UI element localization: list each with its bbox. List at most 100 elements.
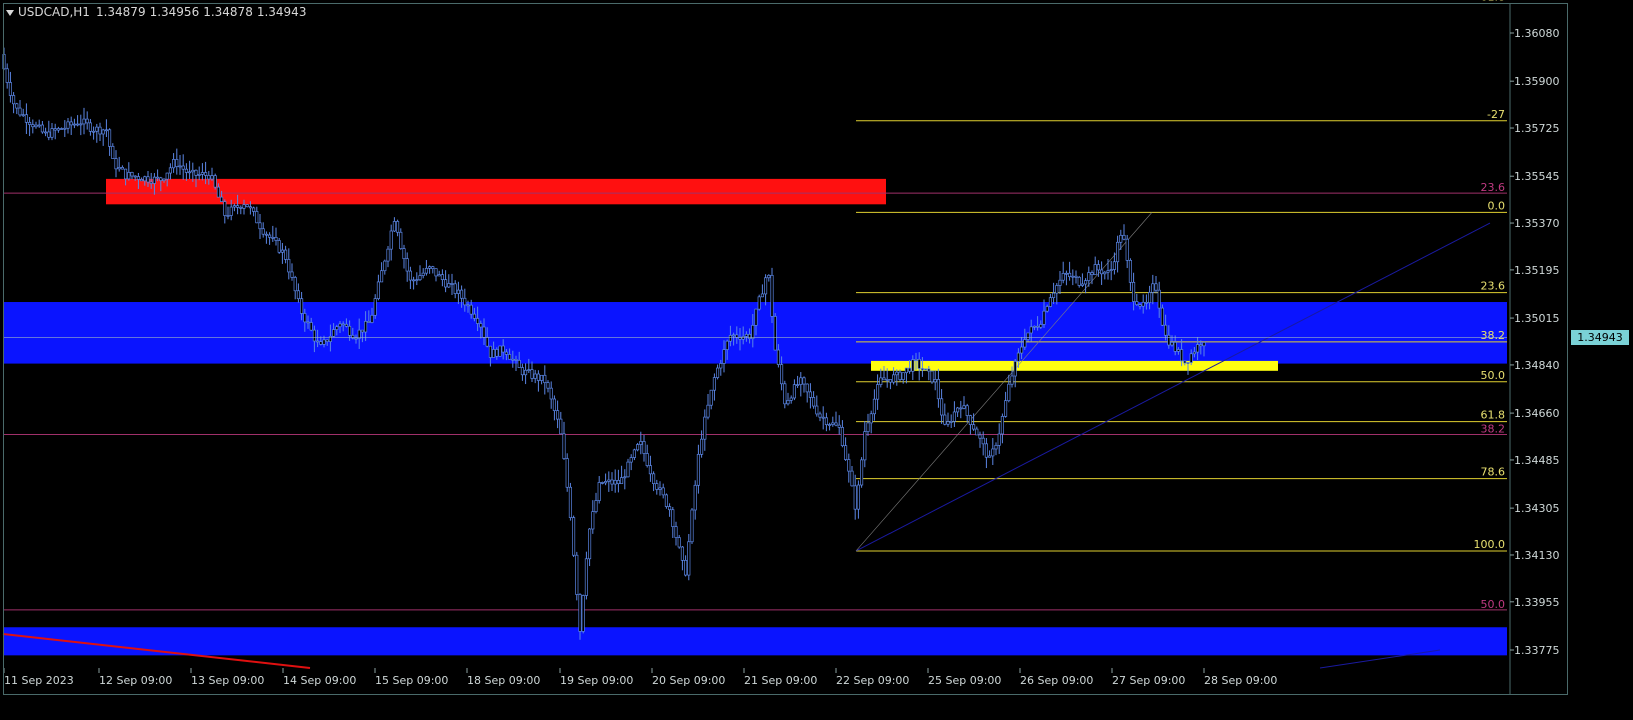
candle-body [632, 449, 636, 458]
candle-body [280, 249, 284, 253]
candle-body [140, 179, 144, 182]
time-tick-label: 12 Sep 09:00 [99, 674, 172, 687]
candle-body [1183, 360, 1187, 364]
candle-body [108, 129, 112, 147]
candle-body [1055, 285, 1059, 294]
candle-body [943, 414, 947, 425]
candle-body [117, 167, 121, 170]
candle-body [652, 473, 656, 484]
time-tick-label: 20 Sep 09:00 [652, 674, 725, 687]
candle-body [469, 304, 473, 315]
candle-body [796, 384, 800, 386]
candle-body [594, 500, 598, 512]
candle-body [351, 334, 355, 339]
time-tick-label: 14 Sep 09:00 [283, 674, 356, 687]
current-price-badge: 1.34943 [1571, 330, 1629, 345]
candle-body [1170, 341, 1174, 346]
candle-body [981, 437, 985, 445]
candle-body [1010, 375, 1014, 385]
time-tick-label: 18 Sep 09:00 [467, 674, 540, 687]
candle-body [610, 479, 614, 485]
candle-body [658, 487, 662, 490]
candle-body [1192, 351, 1196, 355]
candle-body [572, 517, 576, 556]
candle-body [1023, 339, 1027, 348]
candle-body [1058, 279, 1062, 286]
candle-body [344, 323, 348, 327]
candle-body [792, 384, 796, 399]
candle-body [802, 377, 806, 385]
candle-body [495, 349, 499, 357]
candle-body [642, 441, 646, 454]
candle-body [348, 325, 352, 336]
candle-body [1160, 307, 1164, 326]
candle-body [1068, 272, 1072, 278]
candle-body [671, 509, 675, 527]
candle-body [732, 334, 736, 337]
candle-body [936, 379, 940, 400]
candle-body [581, 595, 585, 632]
candle-body [712, 377, 716, 391]
candle-body [895, 371, 899, 376]
candle-body [149, 181, 153, 184]
chart-window[interactable]: 23.6 38.2 50.0 -61.8 -27 0.0 23.6 38.2 50.0 61.8 7… [0, 0, 1633, 720]
dropdown-triangle-icon[interactable] [6, 9, 14, 16]
candle-body [840, 427, 844, 446]
candle-body [1167, 334, 1171, 346]
candle-body [767, 274, 771, 279]
candle-body [1164, 324, 1168, 336]
candle-body [1007, 383, 1011, 402]
candle-body [53, 128, 57, 131]
candle-body [290, 271, 294, 278]
time-tick-label: 28 Sep 09:00 [1204, 674, 1277, 687]
fib-level-label: -27 [1487, 108, 1505, 121]
candle-body [770, 274, 774, 317]
candle-body [1135, 301, 1139, 305]
symbol-label: USDCAD,H1 [18, 5, 90, 19]
candle-body [325, 339, 329, 342]
fib-level-label: 100.0 [1474, 538, 1506, 551]
candlestick-chart[interactable]: 23.6 38.2 50.0 -61.8 -27 0.0 23.6 38.2 50.0 61.8 7… [0, 0, 1633, 720]
candle-body [24, 114, 28, 123]
candle-body [380, 270, 384, 283]
candle-body [85, 118, 89, 124]
magenta-level-label: 38.2 [1481, 423, 1506, 436]
candle-body [824, 417, 828, 426]
candle-body [1157, 289, 1161, 309]
candle-body [332, 329, 336, 337]
candle-body [335, 326, 339, 330]
candle-body [783, 383, 787, 405]
time-tick-label: 21 Sep 09:00 [744, 674, 817, 687]
candle-body [1189, 353, 1193, 363]
candle-body [997, 433, 1001, 446]
candle-body [143, 176, 147, 182]
candle-body [968, 415, 972, 426]
candle-body [296, 290, 300, 300]
price-tick-label: 1.36080 [1514, 27, 1560, 40]
candle-body [972, 424, 976, 430]
candle-body [898, 371, 902, 380]
zone-lower-support [3, 627, 1507, 656]
candle-body [725, 340, 729, 350]
candle-body [949, 421, 953, 423]
price-tick-label: 1.33775 [1514, 644, 1560, 657]
candle-body [722, 349, 726, 364]
candle-body [904, 367, 908, 374]
candle-body [533, 373, 537, 379]
candle-body [172, 159, 176, 169]
candle-body [952, 411, 956, 422]
candle-body [991, 448, 995, 457]
candle-body [274, 237, 278, 241]
candle-body [760, 293, 764, 298]
candle-body [735, 334, 739, 338]
candle-body [114, 158, 118, 170]
candle-body [418, 275, 422, 281]
time-tick-label: 26 Sep 09:00 [1020, 674, 1093, 687]
candle-body [1138, 304, 1142, 307]
candle-body [159, 177, 163, 181]
candle-body [472, 313, 476, 319]
candle-body [604, 481, 608, 484]
candle-body [808, 391, 812, 398]
fib-level-label: 38.2 [1481, 329, 1506, 342]
candle-body [18, 107, 22, 116]
